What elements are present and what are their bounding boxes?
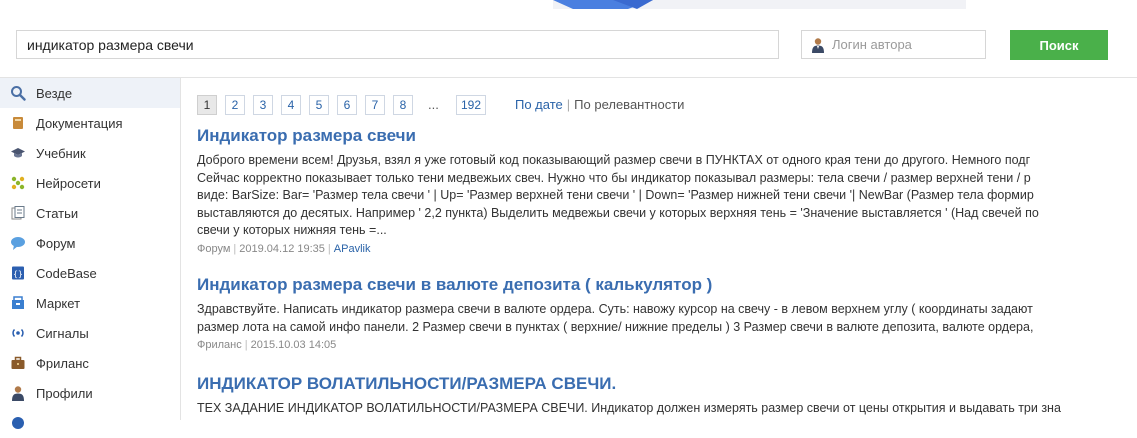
page-link-last[interactable]: 192 xyxy=(456,95,487,115)
result-date: 2019.04.12 19:35 xyxy=(239,242,325,255)
speech-bubble-icon xyxy=(10,235,26,251)
page-link-7[interactable]: 7 xyxy=(365,95,385,115)
sidebar: Везде Документация Учебник Нейросети Ста… xyxy=(0,78,181,429)
signal-icon xyxy=(10,325,26,341)
sidebar-item-label: Нейросети xyxy=(36,175,101,191)
codebase-icon: {} xyxy=(10,265,26,281)
snippet-line: Сейчас корректно показывает только тени … xyxy=(197,170,1031,185)
sort-separator: | xyxy=(566,97,571,112)
page-link-3[interactable]: 3 xyxy=(253,95,273,115)
snippet-line: виде: BarSize: Bar= 'Размер тела свечи '… xyxy=(197,188,1034,202)
sidebar-item-signals[interactable]: Сигналы xyxy=(0,318,180,348)
svg-text:{}: {} xyxy=(13,270,23,279)
sidebar-item-label: Форум xyxy=(36,235,76,251)
sidebar-item-profiles[interactable]: Профили xyxy=(0,378,180,408)
page-link-1[interactable]: 1 xyxy=(197,95,217,115)
meta-separator: | xyxy=(327,242,331,255)
book-icon xyxy=(10,115,26,131)
sidebar-item-label: Документация xyxy=(36,115,123,131)
result-section: Фриланс xyxy=(197,339,242,351)
result-date: 2015.10.03 14:05 xyxy=(250,339,337,351)
snippet-line: свечи у которых нижняя тень =... xyxy=(197,223,387,237)
sidebar-item-label: Профили xyxy=(36,385,93,401)
sidebar-item-label: CodeBase xyxy=(36,265,97,281)
sidebar-item-label: Учебник xyxy=(36,145,86,161)
search-result: Индикатор размера свечи в валюте депозит… xyxy=(197,275,1137,351)
articles-icon xyxy=(10,205,26,221)
page-link-2[interactable]: 2 xyxy=(225,95,245,115)
result-snippet: Доброго времени всем! Друзья, взял я уже… xyxy=(197,152,1137,240)
meta-separator: | xyxy=(244,339,248,351)
magnifier-icon xyxy=(10,85,26,101)
sidebar-item-label: Сигналы xyxy=(36,325,89,341)
author-login-field[interactable] xyxy=(801,30,986,59)
meta-separator: | xyxy=(233,242,237,255)
page-link-8[interactable]: 8 xyxy=(393,95,413,115)
result-section: Форум xyxy=(197,242,231,255)
sidebar-item-forum[interactable]: Форум xyxy=(0,228,180,258)
neural-net-icon xyxy=(10,175,26,191)
sidebar-item-documentation[interactable]: Документация xyxy=(0,108,180,138)
sidebar-item-codebase[interactable]: {} CodeBase xyxy=(0,258,180,288)
author-user-icon xyxy=(810,37,826,53)
briefcase-icon xyxy=(10,355,26,371)
sidebar-item-label: Статьи xyxy=(36,205,79,221)
search-input[interactable] xyxy=(16,30,779,59)
search-button[interactable]: Поиск xyxy=(1010,30,1108,60)
result-author-link[interactable]: APavlik xyxy=(334,243,371,255)
snippet-line: выставляются до десятых. Например ' 2,2 … xyxy=(197,205,1039,220)
page-link-6[interactable]: 6 xyxy=(337,95,357,115)
pagination-ellipsis: ... xyxy=(428,97,439,112)
sidebar-item-partial[interactable] xyxy=(0,408,180,438)
page-link-5[interactable]: 5 xyxy=(309,95,329,115)
graduation-cap-icon xyxy=(10,145,26,161)
top-banner xyxy=(553,0,966,9)
result-snippet: ТЕХ ЗАДАНИЕ ИНДИКАТОР ВОЛАТИЛЬНОСТИ/РАЗМ… xyxy=(197,400,1137,418)
result-snippet: Здравствуйте. Написать индикатор размера… xyxy=(197,301,1137,336)
sort-by-relevance[interactable]: По релевантности xyxy=(574,97,684,112)
result-title-link[interactable]: ИНДИКАТОР ВОЛАТИЛЬНОСТИ/РАЗМЕРА СВЕЧИ. xyxy=(197,374,1137,394)
sidebar-item-articles[interactable]: Статьи xyxy=(0,198,180,228)
result-title-link[interactable]: Индикатор размера свечи xyxy=(197,126,1137,146)
search-result: Индикатор размера свечи Доброго времени … xyxy=(197,126,1137,255)
sidebar-item-freelance[interactable]: Фриланс xyxy=(0,348,180,378)
author-login-input[interactable] xyxy=(832,31,982,58)
sidebar-item-neural-nets[interactable]: Нейросети xyxy=(0,168,180,198)
sidebar-item-tutorial[interactable]: Учебник xyxy=(0,138,180,168)
sort-controls: По дате | По релевантности xyxy=(515,97,684,112)
partial-icon xyxy=(10,415,26,431)
result-meta: Форум | 2019.04.12 19:35 | APavlik xyxy=(197,243,1137,255)
snippet-line: Здравствуйте. Написать индикатор размера… xyxy=(197,302,1033,316)
sidebar-item-label: Фриланс xyxy=(36,355,89,371)
snippet-line: Доброго времени всем! Друзья, взял я уже… xyxy=(197,153,1031,167)
market-icon xyxy=(10,295,26,311)
sidebar-item-label: Везде xyxy=(36,85,73,101)
sidebar-item-label: Маркет xyxy=(36,295,81,311)
sort-by-date-link[interactable]: По дате xyxy=(515,97,563,112)
sidebar-item-everywhere[interactable]: Везде xyxy=(0,78,180,108)
result-meta: Фриланс | 2015.10.03 14:05 xyxy=(197,339,1137,351)
snippet-line: ТЕХ ЗАДАНИЕ ИНДИКАТОР ВОЛАТИЛЬНОСТИ/РАЗМ… xyxy=(197,401,1061,415)
snippet-line: размер лота на самой инфо панели. 2 Разм… xyxy=(197,319,1034,334)
user-icon xyxy=(10,385,26,401)
page-link-4[interactable]: 4 xyxy=(281,95,301,115)
result-title-link[interactable]: Индикатор размера свечи в валюте депозит… xyxy=(197,275,1137,295)
search-result: ИНДИКАТОР ВОЛАТИЛЬНОСТИ/РАЗМЕРА СВЕЧИ. Т… xyxy=(197,374,1137,418)
sidebar-item-market[interactable]: Маркет xyxy=(0,288,180,318)
